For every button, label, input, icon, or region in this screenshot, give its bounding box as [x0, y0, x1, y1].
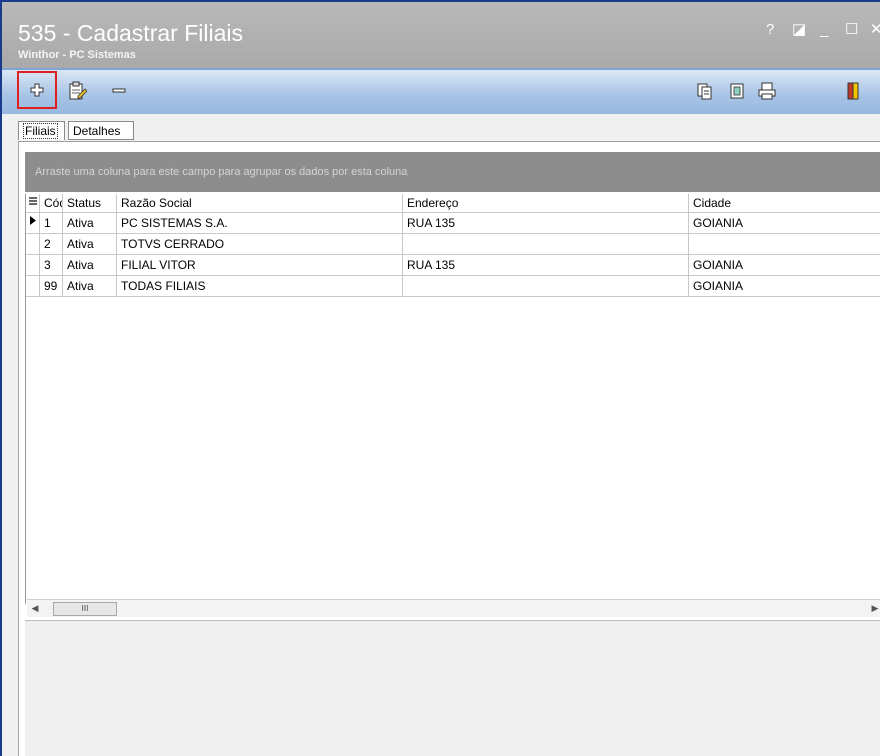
cell-cidade[interactable]: [689, 234, 880, 254]
cell-status[interactable]: Ativa: [63, 276, 117, 296]
cell-cidade[interactable]: GOIANIA: [689, 255, 880, 275]
table-row[interactable]: 99 Ativa TODAS FILIAIS GOIANIA: [26, 276, 880, 297]
grid-header: Cód Status Razão Social Endereço Cidade: [26, 194, 880, 213]
remove-icon: [112, 88, 126, 93]
close-button[interactable]: ✕: [870, 22, 880, 38]
exit-door-icon: [847, 82, 859, 100]
add-icon: [30, 83, 44, 97]
branches-grid: Cód Status Razão Social Endereço Cidade …: [25, 194, 880, 604]
exit-button[interactable]: [840, 79, 866, 103]
column-header-cidade[interactable]: Cidade: [689, 194, 880, 212]
tab-filiais-label: Filiais: [23, 123, 58, 139]
table-row[interactable]: 1 Ativa PC SISTEMAS S.A. RUA 135 GOIANIA: [26, 213, 880, 234]
cell-razao-social[interactable]: FILIAL VITOR: [117, 255, 403, 275]
column-header-cod[interactable]: Cód: [40, 194, 63, 212]
maximize-button[interactable]: ☐: [845, 22, 858, 38]
window-subtitle: Winthor - PC Sistemas: [18, 49, 136, 61]
minimize-button[interactable]: _: [820, 22, 828, 38]
cell-cidade[interactable]: GOIANIA: [689, 213, 880, 233]
table-row[interactable]: 3 Ativa FILIAL VITOR RUA 135 GOIANIA: [26, 255, 880, 276]
cell-cod[interactable]: 2: [40, 234, 63, 254]
cell-endereco[interactable]: [403, 276, 689, 296]
tab-filiais[interactable]: Filiais: [18, 121, 65, 140]
remove-button[interactable]: [106, 79, 132, 103]
cell-cod[interactable]: 1: [40, 213, 63, 233]
row-indicator: [26, 276, 40, 296]
restore-button[interactable]: ◪: [792, 22, 806, 38]
scroll-right-icon[interactable]: ▶: [867, 600, 880, 617]
print-button[interactable]: [754, 79, 780, 103]
copy-icon: [697, 83, 712, 100]
column-header-razao-social[interactable]: Razão Social: [117, 194, 403, 212]
cell-cod[interactable]: 99: [40, 276, 63, 296]
column-header-status[interactable]: Status: [63, 194, 117, 212]
edit-button[interactable]: [64, 79, 90, 103]
cell-endereco[interactable]: [403, 234, 689, 254]
print-icon: [758, 82, 776, 100]
note-button[interactable]: [724, 79, 750, 103]
row-indicator: [26, 234, 40, 254]
cell-endereco[interactable]: RUA 135: [403, 213, 689, 233]
cell-status[interactable]: Ativa: [63, 234, 117, 254]
detail-pane: [25, 620, 880, 756]
cell-status[interactable]: Ativa: [63, 255, 117, 275]
cell-endereco[interactable]: RUA 135: [403, 255, 689, 275]
cell-razao-social[interactable]: PC SISTEMAS S.A.: [117, 213, 403, 233]
horizontal-scrollbar[interactable]: ◀ III ▶: [27, 599, 880, 617]
toolbar: [2, 68, 880, 114]
copy-button[interactable]: [692, 79, 718, 103]
table-row[interactable]: 2 Ativa TOTVS CERRADO: [26, 234, 880, 255]
note-icon: [730, 83, 744, 99]
cell-status[interactable]: Ativa: [63, 213, 117, 233]
scroll-thumb[interactable]: III: [53, 602, 117, 616]
edit-document-icon: [69, 81, 87, 100]
row-indicator: [26, 255, 40, 275]
tab-content: Arraste uma coluna para este campo para …: [18, 141, 880, 756]
cell-razao-social[interactable]: TOTVS CERRADO: [117, 234, 403, 254]
help-button[interactable]: ?: [766, 22, 774, 38]
main-window: 535 - Cadastrar Filiais Winthor - PC Sis…: [0, 0, 880, 756]
column-chooser-icon[interactable]: [26, 194, 40, 212]
title-bar[interactable]: 535 - Cadastrar Filiais Winthor - PC Sis…: [2, 2, 880, 68]
add-button[interactable]: [17, 71, 57, 109]
group-by-panel[interactable]: Arraste uma coluna para este campo para …: [25, 152, 880, 192]
column-header-endereco[interactable]: Endereço: [403, 194, 689, 212]
window-title: 535 - Cadastrar Filiais: [18, 20, 243, 46]
cell-cod[interactable]: 3: [40, 255, 63, 275]
cell-cidade[interactable]: GOIANIA: [689, 276, 880, 296]
cell-razao-social[interactable]: TODAS FILIAIS: [117, 276, 403, 296]
tab-detalhes[interactable]: Detalhes: [68, 121, 134, 140]
current-row-indicator-icon: [26, 213, 40, 233]
scroll-left-icon[interactable]: ◀: [27, 600, 43, 617]
